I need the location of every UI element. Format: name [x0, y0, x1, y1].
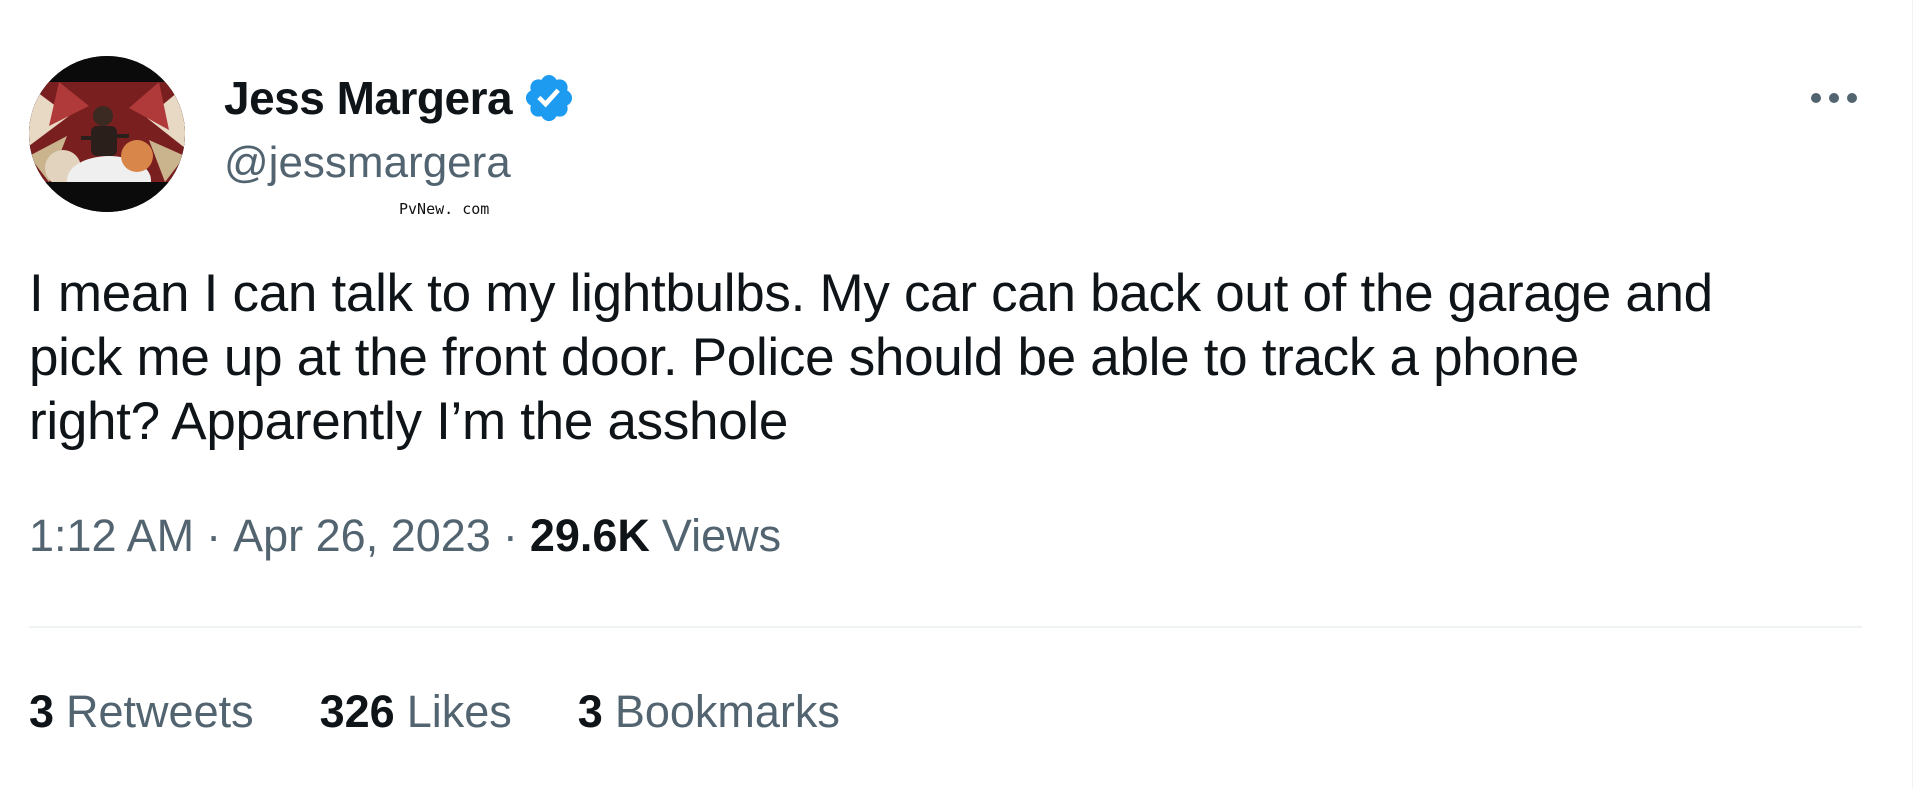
bookmarks-label: Bookmarks: [614, 686, 840, 737]
tweet-time[interactable]: 1:12 AM: [29, 510, 194, 562]
more-dots-icon: [1811, 93, 1857, 103]
divider: [29, 626, 1862, 628]
retweets-count: 3: [29, 686, 55, 737]
page-right-border: [1912, 0, 1913, 788]
retweets-stat[interactable]: 3 Retweets: [29, 686, 254, 738]
verified-badge-icon[interactable]: [522, 71, 576, 125]
tweet-text-line: I mean I can talk to my lightbulbs. My c…: [29, 264, 1713, 323]
watermark-text: PvNew. com: [399, 200, 490, 218]
tweet-text-line: right? Apparently I’m the asshole: [29, 392, 789, 451]
author-block: Jess Margera @jessmargera: [224, 66, 576, 188]
avatar-image: [29, 56, 185, 212]
likes-label: Likes: [406, 686, 512, 737]
bookmarks-stat[interactable]: 3 Bookmarks: [578, 686, 840, 738]
views-count: 29.6K: [529, 510, 650, 561]
views-label: Views: [661, 510, 782, 561]
bookmarks-count: 3: [577, 686, 603, 737]
author-display-name[interactable]: Jess Margera: [224, 71, 513, 125]
tweet-date[interactable]: Apr 26, 2023: [233, 510, 491, 562]
meta-separator: ·: [206, 510, 222, 561]
likes-stat[interactable]: 326 Likes: [320, 686, 512, 738]
likes-count: 326: [319, 686, 395, 737]
avatar[interactable]: [29, 56, 185, 212]
tweet-text-line: pick me up at the front door. Police sho…: [29, 328, 1579, 387]
tweet-meta: 1:12 AM · Apr 26, 2023 · 29.6K Views: [29, 510, 781, 562]
meta-separator: ·: [502, 510, 518, 561]
tweet-page: Jess Margera @jessmargera PvNew. com I m…: [0, 0, 1920, 788]
author-name-row: Jess Margera: [224, 66, 576, 130]
retweets-label: Retweets: [66, 686, 254, 737]
more-options-button[interactable]: [1806, 82, 1862, 114]
author-handle[interactable]: @jessmargera: [224, 138, 576, 188]
engagement-stats: 3 Retweets 326 Likes 3 Bookmarks: [29, 686, 906, 738]
tweet-text: I mean I can talk to my lightbulbs. My c…: [29, 262, 1899, 454]
